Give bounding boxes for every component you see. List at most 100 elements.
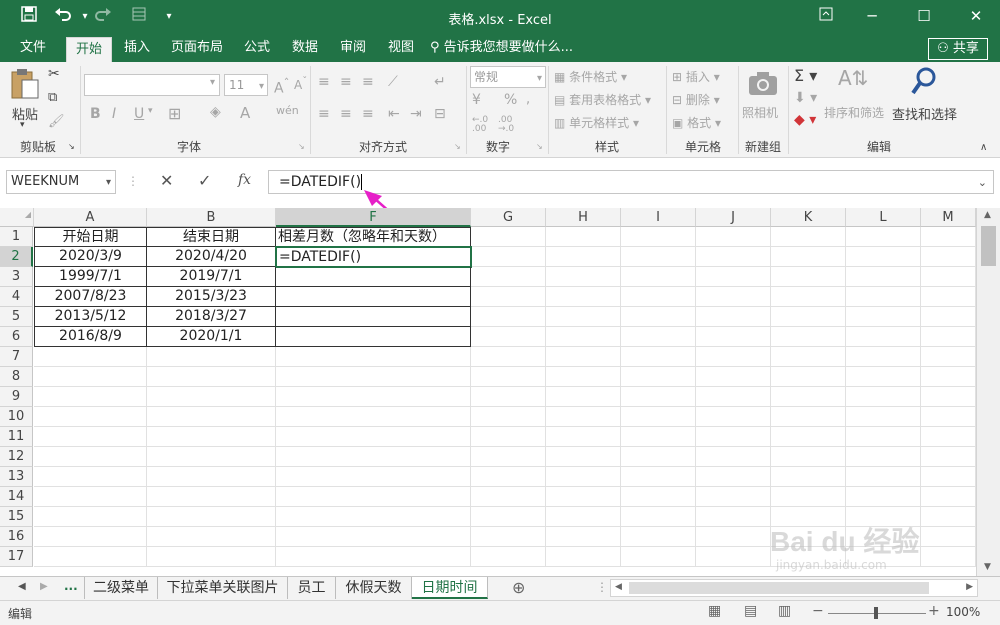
insert-function-icon[interactable]: fx <box>238 172 251 188</box>
row-header[interactable]: 14 <box>0 487 33 507</box>
scroll-right-icon[interactable]: ▶ <box>966 582 973 592</box>
cell-b6[interactable]: 2020/1/1 <box>147 327 276 347</box>
grid-cell[interactable] <box>34 407 147 427</box>
grid-cell[interactable] <box>471 227 546 247</box>
column-header-k[interactable]: K <box>771 208 846 227</box>
grid-cell[interactable] <box>34 547 147 567</box>
grid-cell[interactable] <box>34 527 147 547</box>
grid-cell[interactable] <box>147 507 276 527</box>
column-header-j[interactable]: J <box>696 208 771 227</box>
grid-cell[interactable] <box>921 387 976 407</box>
grid-cell[interactable] <box>276 507 471 527</box>
grid-cell[interactable] <box>621 407 696 427</box>
scroll-left-icon[interactable]: ◀ <box>615 582 622 592</box>
row-header[interactable]: 12 <box>0 447 33 467</box>
grid-cell[interactable] <box>546 267 621 287</box>
grid-cell[interactable] <box>471 427 546 447</box>
grid-cell[interactable] <box>276 387 471 407</box>
row-header[interactable]: 9 <box>0 387 33 407</box>
grid-cell[interactable] <box>921 427 976 447</box>
grid-cell[interactable] <box>771 307 846 327</box>
grid-cell[interactable] <box>621 267 696 287</box>
align-center-icon[interactable]: ≡ <box>340 106 352 122</box>
cut-icon[interactable]: ✂ <box>48 66 60 82</box>
scroll-thumb[interactable] <box>981 226 996 266</box>
format-cells-button[interactable]: ▣ 格式 ▾ <box>672 114 721 131</box>
zoom-slider-thumb[interactable] <box>874 607 878 619</box>
page-layout-view-icon[interactable]: ▤ <box>744 603 757 619</box>
tab-split-icon[interactable]: ⋮ <box>596 580 608 594</box>
grid-cell[interactable] <box>471 287 546 307</box>
grid-cell[interactable] <box>546 467 621 487</box>
grid-cell[interactable] <box>471 307 546 327</box>
align-right-icon[interactable]: ≡ <box>362 106 374 122</box>
grid-cell[interactable] <box>471 387 546 407</box>
grid-cell[interactable] <box>471 327 546 347</box>
grid-cell[interactable] <box>546 227 621 247</box>
cell-style-button[interactable]: ▥ 单元格样式 ▾ <box>554 114 639 131</box>
decrease-decimal-icon[interactable]: .00 →.0 <box>498 116 514 134</box>
grid-cell[interactable] <box>147 487 276 507</box>
grid-cell[interactable] <box>921 247 976 267</box>
tab-review[interactable]: 审阅 <box>332 34 374 62</box>
camera-label[interactable]: 照相机 <box>742 104 778 121</box>
grid-cell[interactable] <box>34 487 147 507</box>
paste-dropdown-icon[interactable]: ▾ <box>20 120 25 130</box>
format-painter-icon[interactable]: 🖌 <box>48 114 65 129</box>
font-launcher-icon[interactable]: ↘ <box>298 142 305 151</box>
grid-cell[interactable] <box>471 447 546 467</box>
ribbon-display-icon[interactable] <box>806 4 846 28</box>
zoom-level[interactable]: 100% <box>946 605 980 619</box>
row-header[interactable]: 3 <box>0 267 33 287</box>
horizontal-scrollbar[interactable]: ◀ ▶ <box>610 579 978 597</box>
cell-a3[interactable]: 1999/7/1 <box>34 267 147 287</box>
grid-cell[interactable] <box>696 447 771 467</box>
grid-cell[interactable] <box>696 247 771 267</box>
column-header-g[interactable]: G <box>471 208 546 227</box>
grid-cell[interactable] <box>147 447 276 467</box>
row-header[interactable]: 15 <box>0 507 33 527</box>
grid-cell[interactable] <box>471 547 546 567</box>
grid-cell[interactable] <box>147 407 276 427</box>
grid-cell[interactable] <box>771 347 846 367</box>
grid-cell[interactable] <box>34 427 147 447</box>
row-header[interactable]: 8 <box>0 367 33 387</box>
shrink-font-icon[interactable]: Aˇ <box>294 76 307 92</box>
grid-cell[interactable] <box>771 227 846 247</box>
vertical-scrollbar[interactable]: ▲ ▼ <box>976 208 1000 576</box>
sheet-tab-4[interactable]: 休假天数 <box>336 577 412 599</box>
fill-down-icon[interactable]: ⬇ ▾ <box>794 90 817 106</box>
tab-home[interactable]: 开始 <box>66 37 112 62</box>
number-launcher-icon[interactable]: ↘ <box>536 142 543 151</box>
grid-cell[interactable] <box>276 427 471 447</box>
font-name-box[interactable]: ▾ <box>84 74 220 96</box>
cell-f6[interactable] <box>276 327 471 347</box>
tab-page-layout[interactable]: 页面布局 <box>164 34 230 62</box>
sheet-tab-3[interactable]: 员工 <box>288 577 336 599</box>
row-header[interactable]: 17 <box>0 547 33 567</box>
grid-cell[interactable] <box>846 307 921 327</box>
grid-cell[interactable] <box>276 347 471 367</box>
share-button[interactable]: ⚇ 共享 <box>928 38 988 60</box>
grid-cell[interactable] <box>621 447 696 467</box>
grid-cell[interactable] <box>471 527 546 547</box>
grid-cell[interactable] <box>621 287 696 307</box>
grid-cell[interactable] <box>771 367 846 387</box>
table-format-button[interactable]: ▤ 套用表格格式 ▾ <box>554 91 651 108</box>
outdent-icon[interactable]: ⇥ <box>410 106 422 122</box>
merge-center-icon[interactable]: ⊟ <box>434 106 446 122</box>
align-launcher-icon[interactable]: ↘ <box>454 142 461 151</box>
grid-cell[interactable] <box>471 367 546 387</box>
column-header-a[interactable]: A <box>34 208 147 227</box>
grid-cell[interactable] <box>147 427 276 447</box>
grid-cell[interactable] <box>921 307 976 327</box>
grid-cell[interactable] <box>546 287 621 307</box>
next-sheet-icon[interactable]: ▶ <box>40 581 48 592</box>
column-header-m[interactable]: M <box>921 208 976 227</box>
grid-cell[interactable] <box>471 467 546 487</box>
percent-icon[interactable]: % <box>504 92 517 108</box>
clipboard-launcher-icon[interactable]: ↘ <box>68 142 75 151</box>
grow-font-icon[interactable]: Aˆ <box>274 76 289 97</box>
chevron-down-icon[interactable]: ▾ <box>148 106 153 116</box>
row-header[interactable]: 16 <box>0 527 33 547</box>
